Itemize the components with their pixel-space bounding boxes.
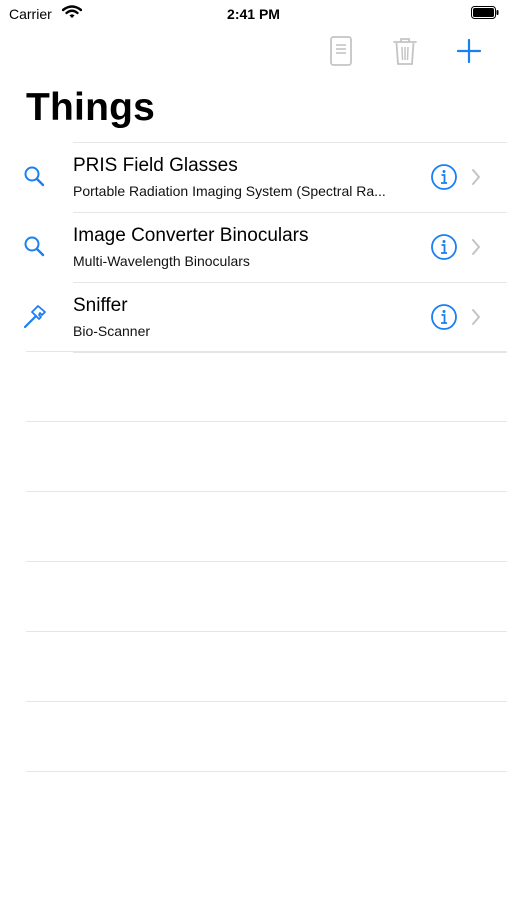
item-subtitle: Bio-Scanner [73,323,151,339]
row-separator [26,351,507,421]
status-time: 2:41 PM [227,6,280,22]
item-subtitle: Multi-Wavelength Binoculars [73,253,250,269]
add-button[interactable] [452,36,486,70]
document-icon [330,35,352,71]
info-icon[interactable] [430,163,458,191]
list-item[interactable]: PRIS Field Glasses Portable Radiation Im… [24,142,507,212]
item-subtitle: Portable Radiation Imaging System (Spect… [73,183,386,199]
battery-icon [471,6,499,19]
info-icon[interactable] [430,233,458,261]
row-separator [26,561,507,631]
row-separator [26,771,507,841]
magnifier-icon [21,233,49,261]
things-list: PRIS Field Glasses Portable Radiation Im… [0,142,507,353]
chevron-right-icon [470,167,482,187]
delete-button[interactable] [388,36,422,70]
list-item[interactable]: Sniffer Bio-Scanner [23,282,507,353]
status-bar: Carrier 2:41 PM [0,0,507,30]
item-title: Image Converter Binoculars [73,225,309,246]
plus-icon [456,38,482,68]
empty-rows [26,351,507,841]
compose-button[interactable] [324,35,358,71]
row-separator [26,631,507,701]
info-icon[interactable] [430,303,458,331]
item-title: PRIS Field Glasses [73,155,238,176]
page-title: Things [26,86,156,129]
row-separator [26,491,507,561]
chevron-right-icon [470,307,482,327]
magnifier-icon [21,163,49,191]
hammer-icon [21,303,49,331]
trash-icon [392,36,418,71]
chevron-right-icon [470,237,482,257]
row-separator [26,701,507,771]
item-title: Sniffer [73,295,128,316]
list-item[interactable]: Image Converter Binoculars Multi-Wavelen… [24,212,507,282]
row-separator [26,421,507,491]
